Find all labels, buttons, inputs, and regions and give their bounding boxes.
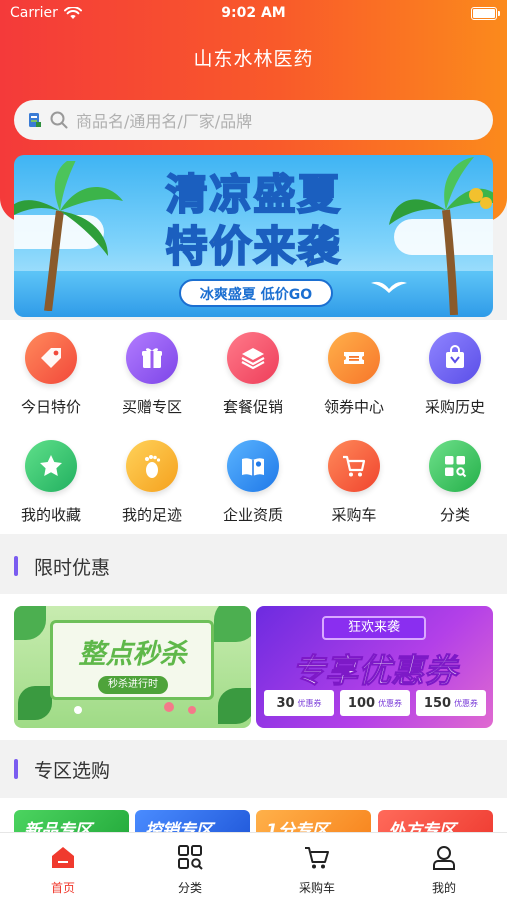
banner-subheadline: 特价来袭: [164, 221, 342, 272]
coupon-label: 优惠券: [454, 698, 479, 708]
coupon-amount: 100: [347, 695, 376, 711]
menu-item-footprints[interactable]: 我的足迹: [102, 440, 202, 525]
flower-decoration: [74, 706, 82, 714]
coupon-list: 30 优惠券 100 优惠券 150 优惠券: [264, 690, 486, 716]
leaf-decoration: [218, 688, 251, 724]
bottom-tab-bar: 首页 分类 采购车 我的: [0, 832, 507, 900]
coupon-promo-card[interactable]: 狂欢来袭 专享优惠券 30 优惠券 100 优惠券 150 优惠券: [256, 606, 493, 728]
flash-sale-subtitle: 秒杀进行时: [98, 676, 168, 694]
category-grid-icon: [429, 440, 481, 492]
menu-item-label: 今日特价: [20, 398, 81, 416]
tab-cart[interactable]: 采购车: [254, 843, 380, 896]
menu-item-label: 买赠专区: [121, 398, 182, 416]
certificate-book-icon: [227, 440, 279, 492]
leaf-decoration: [18, 686, 52, 720]
layers-icon: [227, 332, 279, 384]
menu-item-label: 企业资质: [222, 506, 283, 524]
tab-home[interactable]: 首页: [0, 843, 126, 896]
footprint-icon: [126, 440, 178, 492]
menu-item-coupon-center[interactable]: 领券中心: [304, 332, 404, 417]
promo-banner[interactable]: 清凉盛夏 特价来袭 冰爽盛夏 低价GO: [14, 155, 493, 317]
menu-item-label: 我的收藏: [20, 506, 81, 524]
scan-code-icon[interactable]: [28, 112, 42, 128]
flash-sale-card[interactable]: 整点秒杀 秒杀进行时: [14, 606, 251, 728]
coupon-label: 优惠券: [378, 698, 403, 708]
menu-item-category[interactable]: 分类: [405, 440, 505, 525]
cart-icon: [328, 440, 380, 492]
menu-item-favorites[interactable]: 我的收藏: [1, 440, 101, 525]
menu-item-label: 我的足迹: [121, 506, 182, 524]
coupon-promo-title: 专享优惠券: [292, 651, 458, 691]
flash-sale-title: 整点秒杀: [78, 639, 187, 670]
star-icon: [25, 440, 77, 492]
flower-decoration: [188, 706, 196, 714]
coupon-amount: 30: [276, 695, 295, 711]
menu-item-bundle-promo[interactable]: 套餐促销: [203, 332, 303, 417]
coupon-item: 150 优惠券: [416, 690, 486, 716]
menu-item-today-deals[interactable]: 今日特价: [1, 332, 101, 417]
flash-promo-panel: 整点秒杀 秒杀进行时 狂欢来袭 专享优惠券 30 优惠券 100 优惠券 150…: [0, 594, 507, 740]
seagull-icon: [371, 281, 407, 293]
coupon-promo-tag: 狂欢来袭: [322, 616, 426, 640]
menu-item-purchase-cart[interactable]: 采购车: [304, 440, 404, 525]
section-header-zones: 专区选购: [0, 747, 507, 791]
coupon-amount: 150: [423, 695, 452, 711]
section-title: 专区选购: [34, 759, 111, 782]
cart-icon: [305, 847, 329, 869]
bag-icon: [429, 332, 481, 384]
home-icon: [52, 847, 74, 868]
coupon-item: 30 优惠券: [264, 690, 334, 716]
coupon-label: 优惠券: [297, 698, 322, 708]
menu-item-buy-gift[interactable]: 买赠专区: [102, 332, 202, 417]
menu-item-purchase-history[interactable]: 采购历史: [405, 332, 505, 417]
search-icon: [50, 111, 68, 129]
gift-icon: [126, 332, 178, 384]
category-icon: [178, 845, 203, 870]
profile-icon: [433, 846, 455, 870]
section-accent-bar: [14, 759, 18, 779]
menu-item-label: 分类: [439, 506, 470, 524]
menu-item-label: 套餐促销: [222, 398, 283, 416]
tag-icon: [25, 332, 77, 384]
tab-label: 我的: [431, 881, 456, 895]
quick-menu-grid: 今日特价 买赠专区 套餐促销 领券中心 采购历史 我的收藏 我的足迹 企业资质 …: [0, 320, 507, 534]
menu-item-enterprise-qualification[interactable]: 企业资质: [203, 440, 303, 525]
tab-label: 分类: [177, 881, 202, 895]
tab-profile[interactable]: 我的: [381, 843, 507, 896]
section-title: 限时优惠: [34, 556, 111, 579]
coupon-item: 100 优惠券: [340, 690, 410, 716]
menu-item-label: 采购车: [331, 506, 377, 524]
section-header-flash: 限时优惠: [0, 544, 507, 588]
banner-tagline: 冰爽盛夏 低价GO: [179, 279, 333, 307]
tab-label: 采购车: [298, 881, 335, 895]
menu-item-label: 采购历史: [424, 398, 485, 416]
tab-label: 首页: [50, 881, 75, 895]
ticket-icon: [328, 332, 380, 384]
search-input[interactable]: 商品名/通用名/厂家/品牌: [76, 108, 252, 132]
search-bar[interactable]: 商品名/通用名/厂家/品牌: [14, 100, 493, 140]
battery-icon: [471, 7, 500, 20]
status-bar: Carrier 9:02 AM: [0, 0, 507, 28]
clock: 9:02 AM: [221, 5, 286, 21]
flower-decoration: [164, 702, 174, 712]
menu-item-label: 领券中心: [323, 398, 384, 416]
tab-category[interactable]: 分类: [127, 843, 253, 896]
page-title: 山东水林医药: [193, 48, 314, 70]
section-accent-bar: [14, 556, 18, 576]
